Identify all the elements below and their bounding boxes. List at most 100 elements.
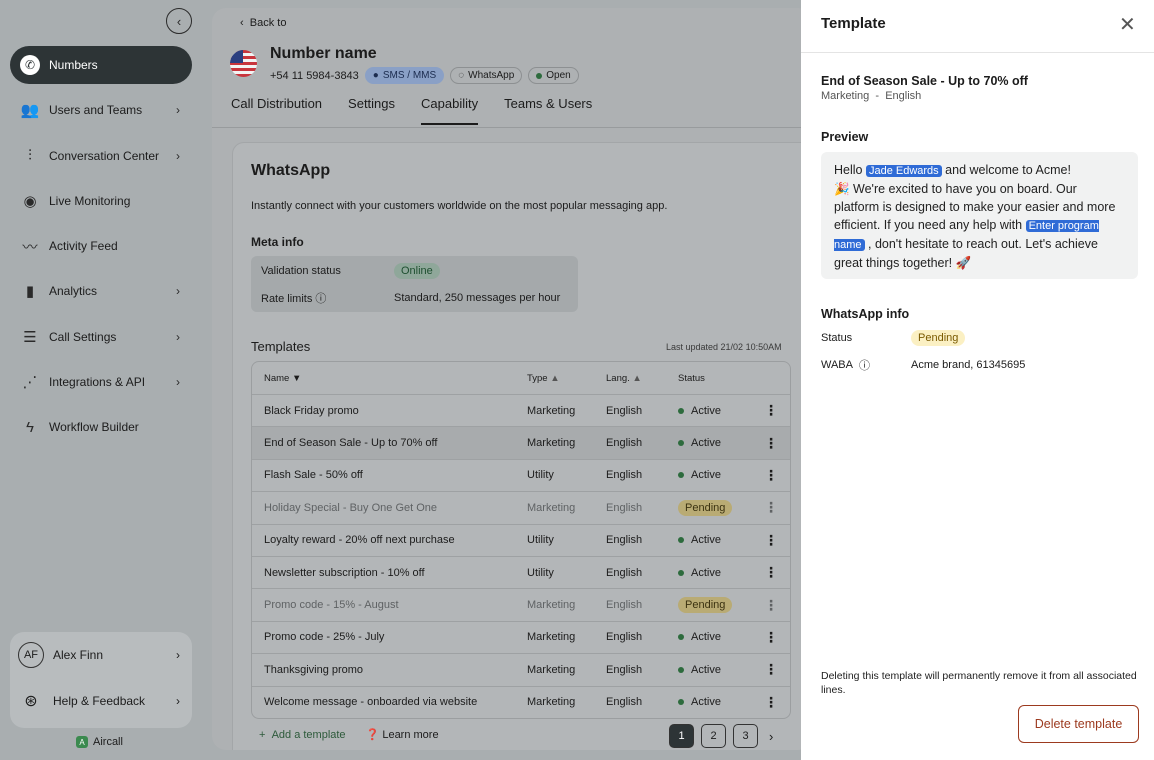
more-options-icon[interactable]: ⋮ — [764, 435, 778, 452]
close-icon[interactable]: ✕ — [1119, 12, 1136, 37]
whatsapp-chip-label: WhatsApp — [468, 70, 515, 81]
preview-text: and welcome to Acme! — [941, 163, 1071, 177]
page-1-button[interactable]: 1 — [669, 724, 694, 748]
panel-divider — [801, 52, 1154, 53]
template-lang-cell: English — [606, 631, 643, 644]
sidebar-item-label: Numbers — [49, 58, 98, 72]
sidebar-item-call-settings[interactable]: ☰ Call Settings › — [10, 318, 192, 356]
col-lang-header[interactable]: Lang. ▲ — [606, 373, 642, 384]
table-row[interactable]: Black Friday promo Marketing English Active… — [252, 394, 790, 426]
more-options-icon[interactable]: ⋮ — [764, 564, 778, 581]
user-menu[interactable]: AF Alex Finn › — [10, 632, 192, 678]
more-options-icon[interactable]: ⋮ — [764, 467, 778, 484]
help-feedback-menu[interactable]: ⊛ Help & Feedback › — [10, 678, 192, 724]
open-chip-label: Open — [546, 70, 571, 81]
page-2-button[interactable]: 2 — [701, 724, 726, 748]
status-dot-icon — [678, 440, 684, 447]
sidebar-item-analytics[interactable]: ▮ Analytics › — [10, 272, 192, 310]
tab-capability[interactable]: Capability — [421, 96, 479, 125]
info-icon[interactable]: ⓘ — [859, 357, 870, 373]
col-status-header: Status — [678, 372, 705, 384]
tab-settings[interactable]: Settings — [348, 96, 395, 125]
table-row[interactable]: Welcome message - onboarded via website M… — [252, 685, 790, 718]
user-name: Alex Finn — [53, 648, 104, 662]
sidebar-item-workflow-builder[interactable]: ϟ Workflow Builder — [10, 408, 192, 446]
sidebar-item-label: Call Settings — [49, 329, 117, 344]
template-type-cell: Marketing — [527, 631, 576, 644]
table-row[interactable]: Loyalty reward - 20% off next purchase Ut… — [252, 523, 790, 556]
template-type-cell: Marketing — [527, 696, 576, 709]
table-row[interactable]: Holiday Special - Buy One Get One Marketi… — [252, 491, 790, 523]
status-badge: Online — [394, 263, 440, 279]
template-name-cell: Black Friday promo — [264, 404, 359, 417]
table-row[interactable]: Flash Sale - 50% off Utility English Active… — [252, 458, 790, 491]
add-template-link[interactable]: + Add a template — [259, 729, 346, 741]
col-type-header[interactable]: Type ▲ — [527, 373, 560, 384]
waba-value: Acme brand, 61345695 — [911, 359, 1026, 371]
col-name-header[interactable]: Name ▼ — [264, 373, 301, 384]
template-status-cell: Active — [678, 437, 721, 449]
template-name-cell: End of Season Sale - Up to 70% off — [264, 437, 438, 450]
table-row[interactable]: End of Season Sale - Up to 70% off Market… — [252, 426, 790, 459]
preview-text: Hello — [834, 163, 866, 177]
status-text: Active — [691, 404, 721, 417]
sidebar-item-activity-feed[interactable]: 〰 Activity Feed — [10, 227, 192, 265]
sidebar-item-label: Live Monitoring — [49, 193, 131, 208]
table-row[interactable]: Thanksgiving promo Marketing English Active… — [252, 653, 790, 685]
tab-call-distribution[interactable]: Call Distribution — [231, 96, 322, 125]
waba-label: WABA ⓘ — [821, 357, 911, 373]
status-dot-icon — [536, 72, 543, 79]
more-options-icon[interactable]: ⋮ — [764, 629, 778, 646]
rate-limits-row: Rate limits ⓘ Standard, 250 messages per… — [261, 290, 560, 306]
status-dot-icon — [678, 634, 684, 641]
col-name-label: Name — [264, 372, 290, 384]
preview-text: , don't hesitate to reach out. Let's ach… — [834, 237, 1098, 270]
whatsapp-info-title: WhatsApp info — [821, 307, 910, 321]
more-options-icon[interactable]: ⋮ — [764, 402, 778, 419]
table-row[interactable]: Promo code - 15% - August Marketing Englis… — [252, 588, 790, 620]
more-options-icon[interactable]: ⋮ — [764, 661, 778, 678]
monitor-icon: ◉ — [23, 192, 37, 210]
open-status-chip: Open — [528, 67, 579, 84]
tab-teams-users[interactable]: Teams & Users — [504, 96, 592, 125]
chevron-right-icon: › — [176, 103, 180, 118]
table-row[interactable]: Promo code - 25% - July Marketing English A… — [252, 620, 790, 653]
more-options-icon[interactable]: ⋮ — [764, 499, 778, 516]
users-icon: 👥 — [20, 102, 40, 120]
waba-label-text: WABA — [821, 359, 853, 371]
chevron-left-icon: ‹ — [176, 13, 182, 29]
more-options-icon[interactable]: ⋮ — [764, 597, 778, 614]
page-3-button[interactable]: 3 — [733, 724, 758, 748]
back-label: Back to — [249, 17, 287, 29]
more-options-icon[interactable]: ⋮ — [764, 694, 778, 711]
next-page-icon[interactable]: › — [769, 729, 773, 744]
lifebuoy-icon: ⊛ — [24, 693, 38, 710]
template-lang-cell: English — [606, 566, 643, 579]
collapse-sidebar-button[interactable]: ‹ — [166, 8, 192, 34]
chevron-right-icon: › — [176, 329, 180, 344]
phone-icon: ✆ — [20, 55, 40, 75]
template-lang-cell: English — [606, 599, 643, 612]
info-icon[interactable]: ⓘ — [315, 293, 326, 305]
sidebar-item-integrations[interactable]: ⋰ Integrations & API › — [10, 363, 192, 401]
learn-more-link[interactable]: ❓ Learn more — [366, 728, 439, 741]
sidebar-item-users-and-teams[interactable]: 👥 Users and Teams › — [10, 91, 192, 129]
template-language: English — [885, 90, 922, 102]
chevron-right-icon: › — [176, 375, 180, 390]
delete-template-button[interactable]: Delete template — [1018, 705, 1139, 743]
sort-up-icon: ▲ — [632, 372, 642, 384]
status-text: Active — [691, 566, 721, 579]
chevron-right-icon: › — [176, 148, 180, 163]
template-status-cell: Active — [678, 631, 721, 643]
sidebar-item-conversation-center[interactable]: ⫶ Conversation Center › — [10, 137, 192, 175]
whatsapp-card: WhatsApp Instantly connect with your cus… — [232, 142, 812, 750]
sidebar-item-live-monitoring[interactable]: ◉ Live Monitoring — [10, 182, 192, 220]
template-name-cell: Promo code - 15% - August — [264, 599, 399, 612]
whatsapp-icon: ◌ — [458, 70, 465, 81]
back-link[interactable]: ‹ Back to — [240, 17, 286, 29]
sidebar-item-numbers[interactable]: ✆ Numbers — [10, 46, 192, 84]
rate-limits-label-text: Rate limits — [261, 293, 313, 305]
table-row[interactable]: Newsletter subscription - 10% off Utility… — [252, 555, 790, 588]
more-options-icon[interactable]: ⋮ — [764, 532, 778, 549]
add-template-label: Add a template — [271, 728, 346, 741]
